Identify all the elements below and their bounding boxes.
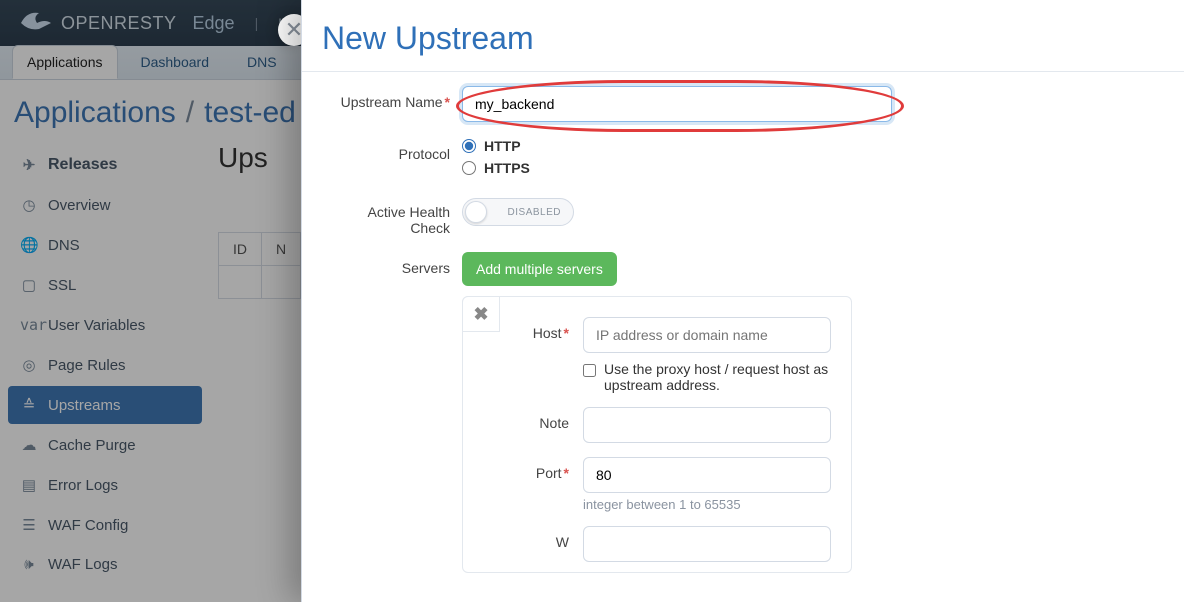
note-input[interactable] — [583, 407, 831, 443]
host-input[interactable] — [583, 317, 831, 353]
upstream-name-label: Upstream Name* — [322, 86, 462, 122]
health-check-toggle[interactable]: DISABLED — [462, 198, 574, 226]
checkbox-label: Use the proxy host / request host as ups… — [604, 361, 831, 393]
port-label: Port* — [473, 457, 583, 481]
radio-http[interactable] — [462, 139, 476, 153]
modal-title: New Upstream — [302, 0, 1184, 72]
upstream-name-highlight — [462, 86, 892, 122]
servers-label: Servers — [322, 252, 462, 276]
note-label: Note — [473, 407, 583, 431]
weight-label: W — [473, 526, 583, 550]
new-upstream-modal: New Upstream Upstream Name* Protocol HTT… — [301, 0, 1184, 602]
close-icon: ✖ — [473, 304, 488, 325]
protocol-http-radio[interactable]: HTTP — [462, 138, 892, 154]
toggle-knob — [465, 201, 487, 223]
radio-label: HTTPS — [484, 160, 530, 176]
protocol-https-radio[interactable]: HTTPS — [462, 160, 892, 176]
upstream-name-input[interactable] — [462, 86, 892, 122]
remove-server-button[interactable]: ✖ — [462, 296, 500, 332]
toggle-state: DISABLED — [508, 207, 561, 218]
health-check-label: Active HealthCheck — [322, 198, 462, 236]
radio-https[interactable] — [462, 161, 476, 175]
port-input[interactable] — [583, 457, 831, 493]
add-multiple-servers-button[interactable]: Add multiple servers — [462, 252, 617, 286]
server-card: ✖ Host* Use the proxy host / request hos… — [462, 296, 852, 573]
protocol-label: Protocol — [322, 138, 462, 182]
port-hint: integer between 1 to 65535 — [583, 497, 831, 512]
radio-label: HTTP — [484, 138, 521, 154]
proxy-host-checkbox[interactable] — [583, 364, 596, 377]
weight-input[interactable] — [583, 526, 831, 562]
use-proxy-host-checkbox[interactable]: Use the proxy host / request host as ups… — [583, 361, 831, 393]
